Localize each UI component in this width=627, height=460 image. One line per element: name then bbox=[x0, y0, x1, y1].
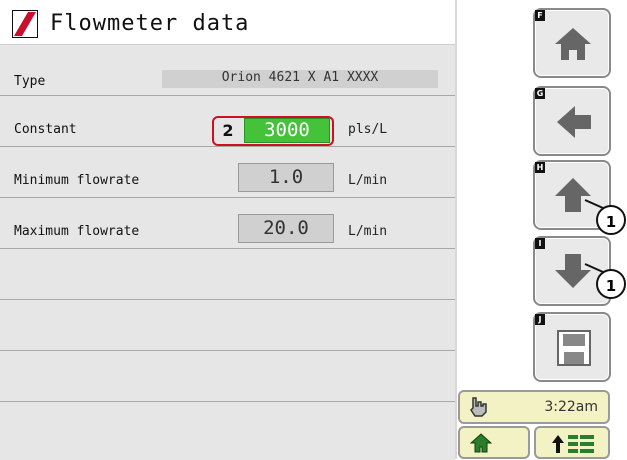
min-flowrate-unit: L/min bbox=[348, 173, 388, 188]
page-title: Flowmeter data bbox=[50, 11, 250, 36]
row-constant: Constant 2 3000 pls/L bbox=[0, 96, 455, 147]
back-arrow-icon bbox=[557, 106, 591, 138]
softkey-tag-g: G bbox=[535, 88, 545, 99]
type-label: Type bbox=[14, 74, 46, 89]
max-flowrate-input[interactable]: 20.0 bbox=[238, 214, 334, 243]
callout-1-up: 1 bbox=[605, 213, 617, 231]
type-value: Orion 4621 X A1 XXXX bbox=[162, 70, 438, 88]
softkey-tag-f: F bbox=[535, 10, 545, 21]
data-panel: Type Orion 4621 X A1 XXXX Constant 2 300… bbox=[0, 44, 455, 460]
row-max-flowrate: Maximum flowrate 20.0 L/min bbox=[0, 198, 455, 249]
row-type: Type Orion 4621 X A1 XXXX bbox=[0, 52, 455, 96]
softkey-tag-j: J bbox=[535, 314, 545, 325]
softkey-tag-h: H bbox=[535, 162, 545, 173]
empty-row bbox=[0, 402, 455, 452]
save-icon bbox=[557, 330, 591, 366]
empty-row bbox=[0, 300, 455, 351]
min-flowrate-label: Minimum flowrate bbox=[14, 173, 140, 188]
home-icon bbox=[555, 28, 591, 60]
empty-row bbox=[0, 351, 455, 402]
divider bbox=[455, 0, 457, 459]
status-bar: 3:22am bbox=[458, 390, 610, 424]
max-flowrate-unit: L/min bbox=[348, 224, 388, 239]
home-shortcut-button[interactable] bbox=[458, 426, 530, 459]
header-bar: Flowmeter data bbox=[0, 0, 455, 44]
brand-logo-icon bbox=[12, 10, 38, 38]
softkey-tag-i: I bbox=[535, 238, 545, 249]
constant-label: Constant bbox=[14, 122, 77, 137]
empty-row bbox=[0, 249, 455, 300]
operator-hand-icon bbox=[470, 397, 487, 417]
clock-time: 3:22am bbox=[544, 399, 598, 415]
row-min-flowrate: Minimum flowrate 1.0 L/min bbox=[0, 147, 455, 198]
home-icon bbox=[470, 433, 492, 453]
menu-shortcut-button[interactable] bbox=[534, 426, 610, 459]
min-flowrate-input[interactable]: 1.0 bbox=[238, 163, 334, 192]
max-flowrate-label: Maximum flowrate bbox=[14, 224, 140, 239]
constant-unit: pls/L bbox=[348, 122, 388, 137]
constant-input[interactable]: 3000 bbox=[244, 118, 330, 143]
callout-2: 2 bbox=[222, 121, 234, 140]
callout-1-down: 1 bbox=[605, 277, 617, 295]
up-menu-icon bbox=[552, 435, 594, 453]
